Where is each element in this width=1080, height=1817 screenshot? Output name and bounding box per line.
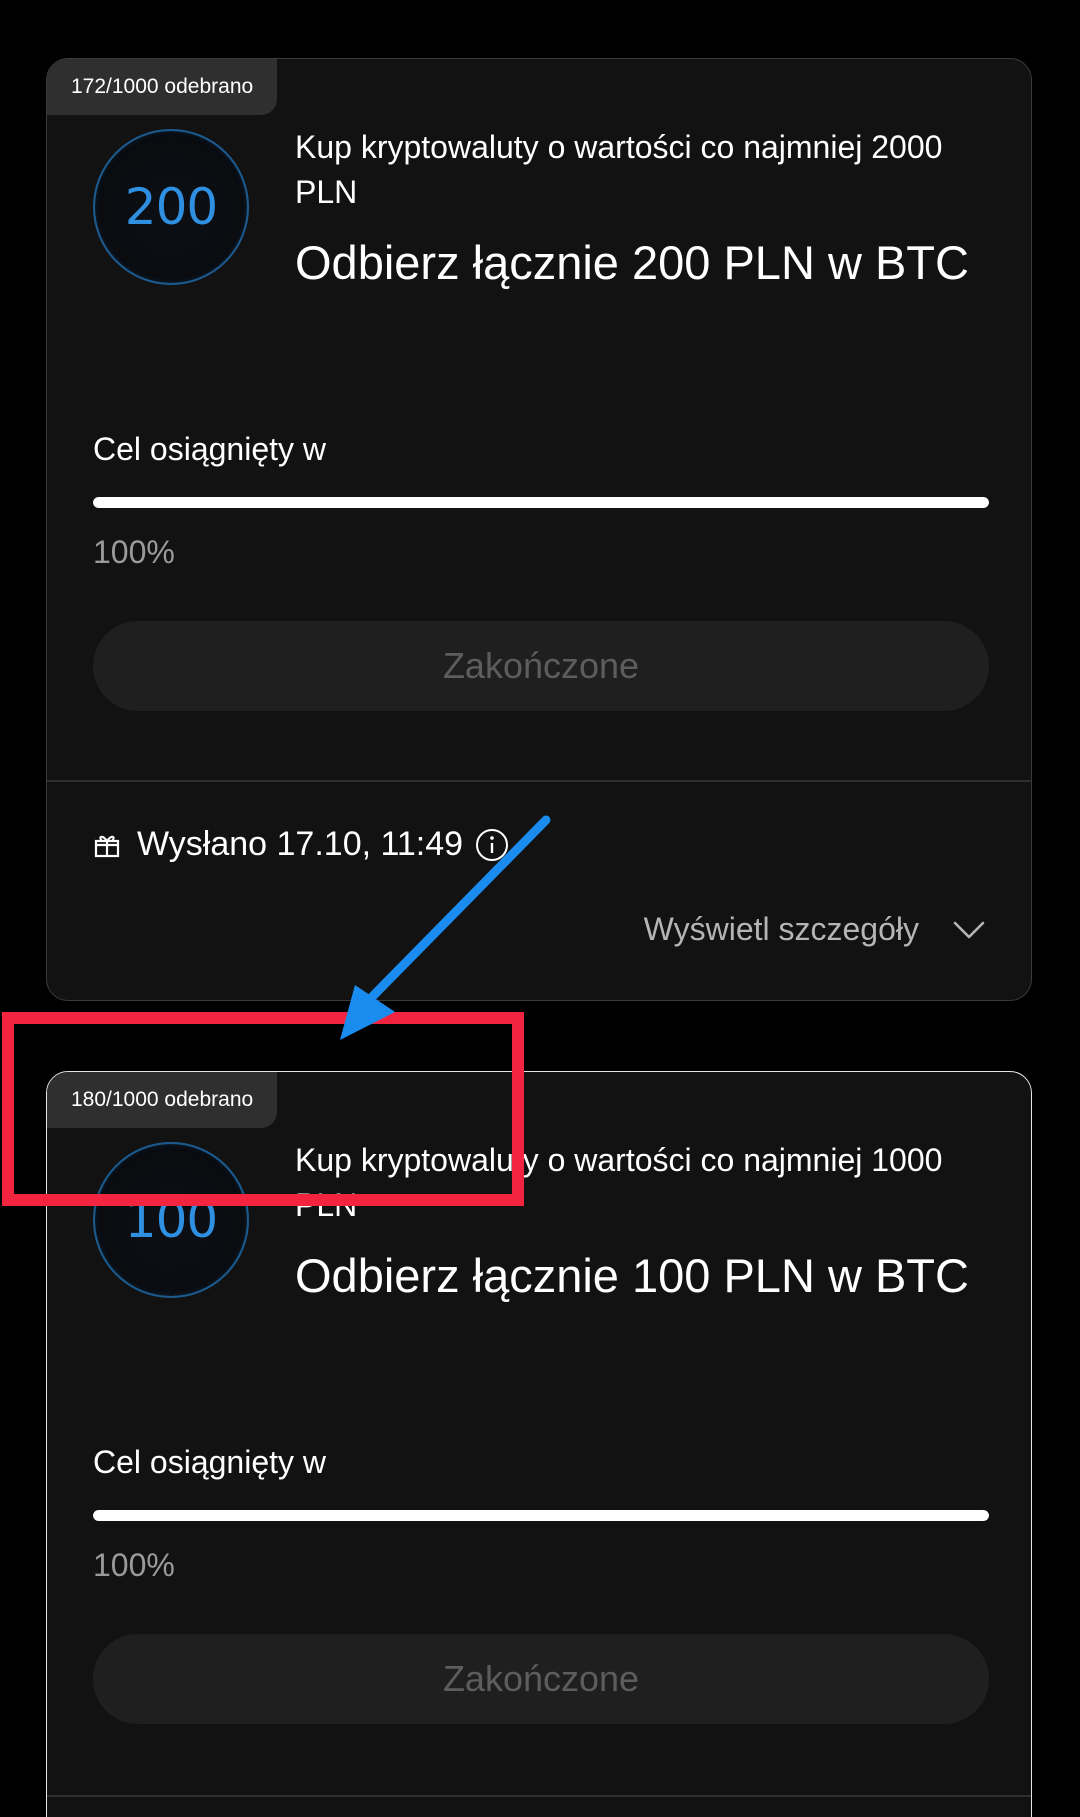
gift-icon [94,835,120,857]
coin-100-icon: 100 [93,1142,249,1298]
view-details-link[interactable]: Wyświetl szczegóły [644,911,985,948]
completed-button[interactable]: Zakończone [93,1634,989,1724]
progress-percent: 100% [93,1547,175,1583]
details-label: Wyświetl szczegóły [643,911,919,947]
chevron-down-icon [953,921,985,938]
reward-card-100: 180/1000 odebrano 100 Kup kryptowaluty o… [46,1071,1032,1817]
progress-bar [93,1510,989,1521]
claimed-badge: 172/1000 odebrano [47,59,278,115]
goal-label: Cel osiągnięty w [93,1444,326,1480]
page: 172/1000 odebrano 200 Kup kryptowaluty o… [0,0,1080,1817]
claimed-badge: 180/1000 odebrano [47,1072,278,1128]
coin-value: 100 [124,1191,218,1249]
progress-percent: 100% [93,534,175,570]
progress-fill [93,497,989,508]
coin-200-icon: 200 [93,129,249,285]
progress-bar [93,497,989,508]
reward-card-200: 172/1000 odebrano 200 Kup kryptowaluty o… [46,58,1032,1001]
goal-label: Cel osiągnięty w [93,431,326,467]
task-description: Kup kryptowaluty o wartości co najmniej … [295,129,943,210]
completed-button[interactable]: Zakończone [93,621,989,711]
coin-value: 200 [124,178,218,236]
reward-title: Odbierz łącznie 200 PLN w BTC [295,236,969,289]
info-icon[interactable] [475,828,509,862]
sent-status: Wysłano 17.10, 11:49 [93,825,509,864]
task-description: Kup kryptowaluty o wartości co najmniej … [295,1142,943,1223]
reward-title: Odbierz łącznie 100 PLN w BTC [295,1249,969,1302]
card-divider [47,780,1031,782]
card-divider [47,1795,1031,1797]
sent-text: Wysłano 17.10, 11:49 [137,825,464,863]
progress-fill [93,1510,989,1521]
